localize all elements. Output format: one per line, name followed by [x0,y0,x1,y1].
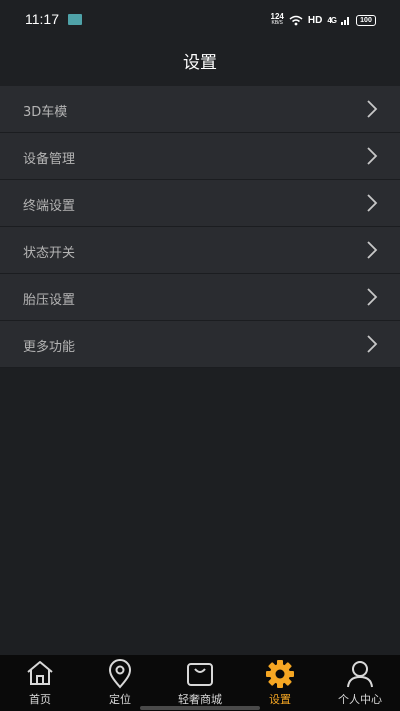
tab-label: 个人中心 [338,693,382,706]
chevron-right-icon [367,335,378,353]
status-time: 11:17 [25,11,59,27]
menu-item-label: 设备管理 [23,152,76,167]
wifi-icon [289,15,303,25]
chevron-right-icon [367,241,378,259]
tab-label: 设置 [269,693,291,706]
person-icon [347,661,373,688]
menu-item-label: 3D车模 [23,105,68,120]
network-speed-unit: KB/S [271,20,283,26]
hd-indicator: HD [307,14,323,26]
tab-profile[interactable]: 个人中心 [320,655,400,711]
home-icon [27,661,53,685]
menu-item-tire-pressure-settings[interactable]: 胎压设置 [0,274,400,321]
page-header: 设置 [0,40,400,86]
menu-item-status-switch[interactable]: 状态开关 [0,227,400,274]
bottom-tab-bar: 首页 定位 轻奢商城 设置 个人中心 [0,655,400,711]
network-speed-value: 124 [270,12,284,21]
chevron-right-icon [367,100,378,118]
signal-bars-icon [341,17,349,25]
status-bar: 11:17 124 KB/S HD 4G 100 [0,0,400,40]
menu-item-more-functions[interactable]: 更多功能 [0,321,400,368]
tab-label: 定位 [109,693,131,706]
tab-label: 轻奢商城 [178,693,222,706]
page-title: 设置 [183,53,217,73]
signal-icon: 4G [327,15,337,25]
menu-item-label: 胎压设置 [23,293,76,308]
menu-item-terminal-settings[interactable]: 终端设置 [0,180,400,227]
notification-app-icon [68,14,82,25]
chevron-right-icon [367,288,378,306]
menu-item-label: 终端设置 [23,199,76,214]
menu-item-label: 更多功能 [23,340,76,355]
gear-icon [266,660,294,688]
settings-menu: 3D车模 设备管理 终端设置 状态开关 胎压设置 更多功能 [0,86,400,368]
menu-item-3d-car-model[interactable]: 3D车模 [0,86,400,133]
network-speed: 124 KB/S [271,13,284,27]
battery-icon: 100 [356,14,376,26]
location-pin-icon [108,659,132,689]
tab-home[interactable]: 首页 [0,655,80,711]
tab-label: 首页 [29,693,51,706]
gesture-bar [140,706,260,710]
chevron-right-icon [367,194,378,212]
shopping-bag-icon [187,663,213,686]
tab-location[interactable]: 定位 [80,655,160,711]
menu-item-device-management[interactable]: 设备管理 [0,133,400,180]
menu-item-label: 状态开关 [23,246,76,261]
tab-shop[interactable]: 轻奢商城 [160,655,240,711]
status-indicators: 124 KB/S HD 4G 100 [271,12,376,28]
chevron-right-icon [367,147,378,165]
tab-settings[interactable]: 设置 [240,655,320,711]
